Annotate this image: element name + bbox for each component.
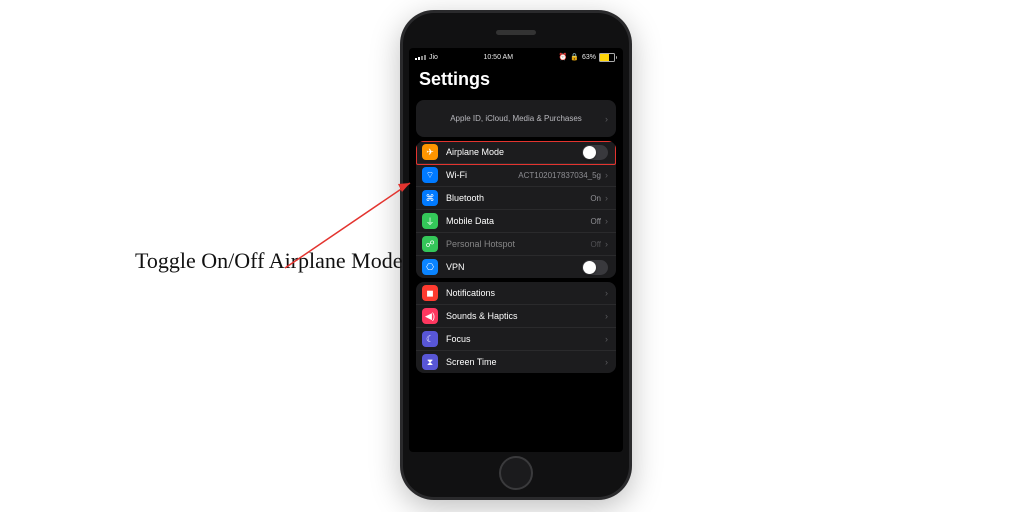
chevron-right-icon: › bbox=[605, 311, 608, 321]
battery-icon bbox=[599, 53, 617, 62]
notifications-label: Notifications bbox=[446, 288, 601, 298]
annotation-text: Toggle On/Off Airplane Mode bbox=[135, 248, 403, 274]
hotspot-icon: ☍ bbox=[422, 236, 438, 252]
page-title: Settings bbox=[409, 63, 623, 96]
apple-id-cell[interactable]: Apple ID, iCloud, Media & Purchases › bbox=[416, 100, 616, 137]
chevron-right-icon: › bbox=[605, 239, 608, 249]
bluetooth-label: Bluetooth bbox=[446, 193, 586, 203]
settings-row-vpn[interactable]: ⎔ VPN bbox=[416, 255, 616, 278]
hotspot-label: Personal Hotspot bbox=[446, 239, 586, 249]
screentime-icon: ⧗ bbox=[422, 354, 438, 370]
status-bar: Jio 10:50 AM ⏰ 🔒 63% bbox=[409, 48, 623, 63]
focus-label: Focus bbox=[446, 334, 601, 344]
vpn-icon: ⎔ bbox=[422, 259, 438, 275]
screentime-label: Screen Time bbox=[446, 357, 601, 367]
mobile-detail: Off bbox=[590, 217, 601, 226]
signal-icon bbox=[415, 55, 426, 60]
bluetooth-icon: ⌘ bbox=[422, 190, 438, 206]
chevron-right-icon: › bbox=[605, 170, 608, 180]
settings-group-notifications: ◼ Notifications › ◀︎) Sounds & Haptics › ☾ Focu… bbox=[416, 282, 616, 373]
settings-row-sounds[interactable]: ◀︎) Sounds & Haptics › bbox=[416, 304, 616, 327]
airplane-toggle[interactable] bbox=[582, 145, 608, 160]
settings-row-airplane[interactable]: ✈ Airplane Mode bbox=[416, 141, 616, 163]
chevron-right-icon: › bbox=[605, 193, 608, 203]
battery-pct: 63% bbox=[582, 54, 596, 61]
notifications-icon: ◼ bbox=[422, 285, 438, 301]
wifi-icon: ⌔ bbox=[422, 167, 438, 183]
chevron-right-icon: › bbox=[605, 114, 608, 124]
settings-group-connectivity: ✈Airplane Mode⌔Wi-FiACT102017837034_5g›⌘… bbox=[416, 141, 616, 278]
home-button[interactable] bbox=[499, 456, 533, 490]
iphone-frame: Jio 10:50 AM ⏰ 🔒 63% Settings Apple ID, … bbox=[400, 10, 632, 500]
apple-id-label: Apple ID, iCloud, Media & Purchases bbox=[450, 114, 582, 123]
sounds-label: Sounds & Haptics bbox=[446, 311, 601, 321]
settings-row-focus[interactable]: ☾ Focus › bbox=[416, 327, 616, 350]
mobile-icon: ⏚ bbox=[422, 213, 438, 229]
phone-screen: Jio 10:50 AM ⏰ 🔒 63% Settings Apple ID, … bbox=[409, 48, 623, 452]
airplane-icon: ✈ bbox=[422, 144, 438, 160]
phone-speaker bbox=[496, 30, 536, 35]
mobile-label: Mobile Data bbox=[446, 216, 586, 226]
chevron-right-icon: › bbox=[605, 334, 608, 344]
settings-row-bluetooth[interactable]: ⌘ Bluetooth On › bbox=[416, 186, 616, 209]
settings-row-hotspot[interactable]: ☍ Personal Hotspot Off › bbox=[416, 232, 616, 255]
alarm-icon: ⏰ bbox=[559, 53, 568, 61]
vpn-toggle[interactable] bbox=[582, 260, 608, 275]
vpn-label: VPN bbox=[446, 262, 582, 272]
hotspot-detail: Off bbox=[590, 240, 601, 249]
status-time: 10:50 AM bbox=[483, 54, 513, 61]
airplane-label: Airplane Mode bbox=[446, 147, 582, 157]
chevron-right-icon: › bbox=[605, 288, 608, 298]
chevron-right-icon: › bbox=[605, 216, 608, 226]
settings-row-wifi[interactable]: ⌔ Wi-Fi ACT102017837034_5g › bbox=[416, 163, 616, 186]
wifi-detail: ACT102017837034_5g bbox=[518, 171, 601, 180]
chevron-right-icon: › bbox=[605, 357, 608, 367]
wifi-label: Wi-Fi bbox=[446, 170, 514, 180]
settings-row-mobile[interactable]: ⏚ Mobile Data Off › bbox=[416, 209, 616, 232]
lock-icon: 🔒 bbox=[570, 53, 579, 61]
bluetooth-detail: On bbox=[590, 194, 601, 203]
settings-row-notifications[interactable]: ◼ Notifications › bbox=[416, 282, 616, 304]
focus-icon: ☾ bbox=[422, 331, 438, 347]
carrier-label: Jio bbox=[429, 54, 438, 61]
sounds-icon: ◀︎) bbox=[422, 308, 438, 324]
settings-row-screentime[interactable]: ⧗ Screen Time › bbox=[416, 350, 616, 373]
